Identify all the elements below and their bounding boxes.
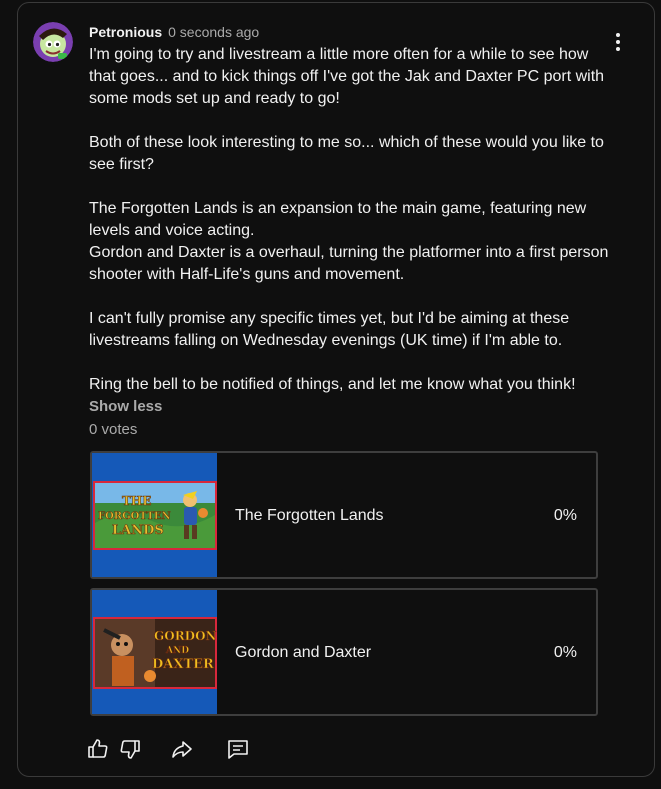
vote-count: 0 votes [89,421,138,438]
poll-option-percent: 0% [553,507,577,524]
post-timestamp[interactable]: 0 seconds ago [168,24,259,40]
author-avatar[interactable] [33,22,73,62]
post-paragraph: I'm going to try and livestream a little… [89,46,605,107]
poll-option-label: Gordon and Daxter [235,644,372,661]
post-body: I'm going to try and livestream a little… [89,44,609,396]
svg-text:GORDON: GORDON [154,629,217,643]
show-less-button[interactable]: Show less [89,397,162,417]
svg-text:FORGOTTEN: FORGOTTEN [98,511,171,522]
poll-option-forgotten-lands[interactable]: THE FORGOTTEN LANDS The Forgotten Lands … [90,451,598,579]
author-name[interactable]: Petronious [89,24,162,40]
post-paragraph: I can't fully promise any specific times… [89,310,570,349]
poll-option-percent: 0% [553,644,577,661]
poll-option-label: The Forgotten Lands [235,507,384,524]
more-options-icon[interactable] [610,33,626,53]
post-paragraph: Both of these look interesting to me so.… [89,134,604,173]
dislike-icon[interactable] [118,737,142,761]
svg-text:DAXTER: DAXTER [152,657,214,672]
poll-option-thumbnail: THE FORGOTTEN LANDS [92,453,217,577]
poll-option-thumbnail: GORDON AND DAXTER [92,590,217,714]
svg-text:LANDS: LANDS [112,523,164,538]
comment-icon[interactable] [226,737,250,761]
post-paragraph: Ring the bell to be notified of things, … [89,376,576,393]
post-paragraph: Gordon and Daxter is a overhaul, turning… [89,244,609,283]
poll-option-gordon-and-daxter[interactable]: GORDON AND DAXTER Gordon and Daxter 0% [90,588,598,716]
svg-text:THE: THE [122,494,151,508]
svg-text:AND: AND [165,646,189,656]
share-icon[interactable] [170,737,194,761]
post-paragraph: The Forgotten Lands is an expansion to t… [89,200,587,239]
post-header: Petronious 0 seconds ago [89,24,259,40]
like-icon[interactable] [86,737,110,761]
